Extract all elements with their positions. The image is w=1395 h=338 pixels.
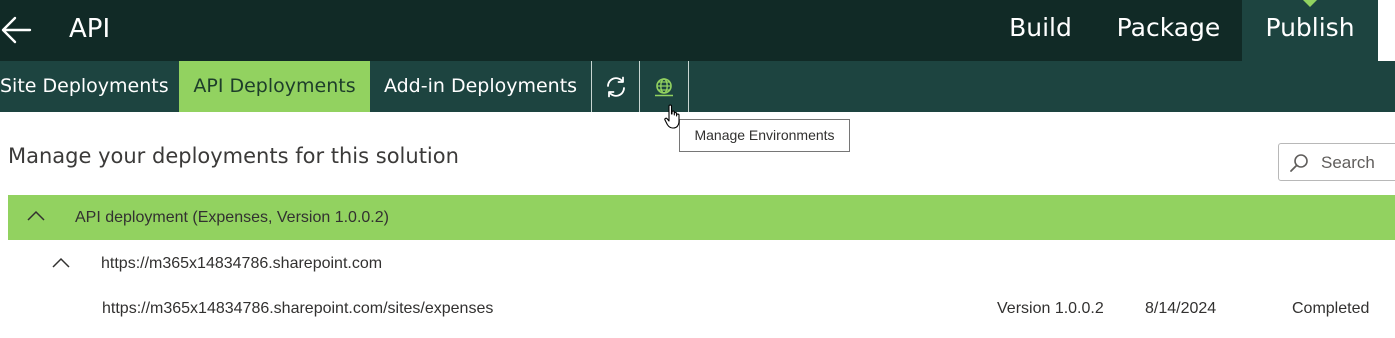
tab-publish[interactable]: Publish [1242,0,1378,61]
globe-icon [655,77,673,96]
deployment-item-url: https://m365x14834786.sharepoint.com/sit… [102,300,494,317]
app-title: API [69,14,111,44]
deployment-group-row[interactable]: API deployment (Expenses, Version 1.0.0.… [8,195,1395,240]
search-icon [1290,154,1308,172]
subtab-api-deployments-label: API Deployments [193,75,356,97]
deployment-item-date: 8/14/2024 [1145,300,1217,317]
subtab-api-deployments[interactable]: API Deployments [179,61,370,112]
refresh-button[interactable] [591,61,639,112]
subtab-site-deployments-label: Site Deployments [0,75,169,97]
window-edge [1378,0,1395,61]
tab-package[interactable]: Package [1106,0,1231,61]
manage-environments-tooltip: Manage Environments [679,119,850,152]
tab-build-label: Build [1009,13,1072,42]
subtab-addin-deployments-label: Add-in Deployments [383,75,578,97]
top-app-bar: API Build Package Publish [0,0,1395,61]
arrow-left-icon [1,16,32,44]
page-heading: Manage your deployments for this solutio… [8,144,459,168]
tab-publish-label: Publish [1265,13,1355,42]
deployment-item-status: Completed [1292,300,1370,317]
hand-pointer-icon [664,104,680,129]
active-tab-indicator [1303,0,1317,7]
search-input[interactable] [1319,150,1395,176]
site-url: https://m365x14834786.sharepoint.com [101,255,383,272]
chevron-up-icon[interactable] [26,210,46,222]
subtab-site-deployments[interactable]: Site Deployments [0,61,169,112]
deployment-item-version: Version 1.0.0.2 [997,300,1104,317]
tab-package-label: Package [1116,13,1221,42]
search-box[interactable] [1278,143,1395,181]
chevron-up-icon[interactable] [51,257,71,269]
refresh-icon [606,76,625,97]
deployment-group-title: API deployment (Expenses, Version 1.0.0.… [75,209,389,226]
back-button[interactable] [0,10,40,50]
deployment-subnav: Site Deployments API Deployments Add-in … [0,61,1395,112]
subtab-addin-deployments[interactable]: Add-in Deployments [370,61,591,112]
tab-build[interactable]: Build [1002,0,1079,61]
